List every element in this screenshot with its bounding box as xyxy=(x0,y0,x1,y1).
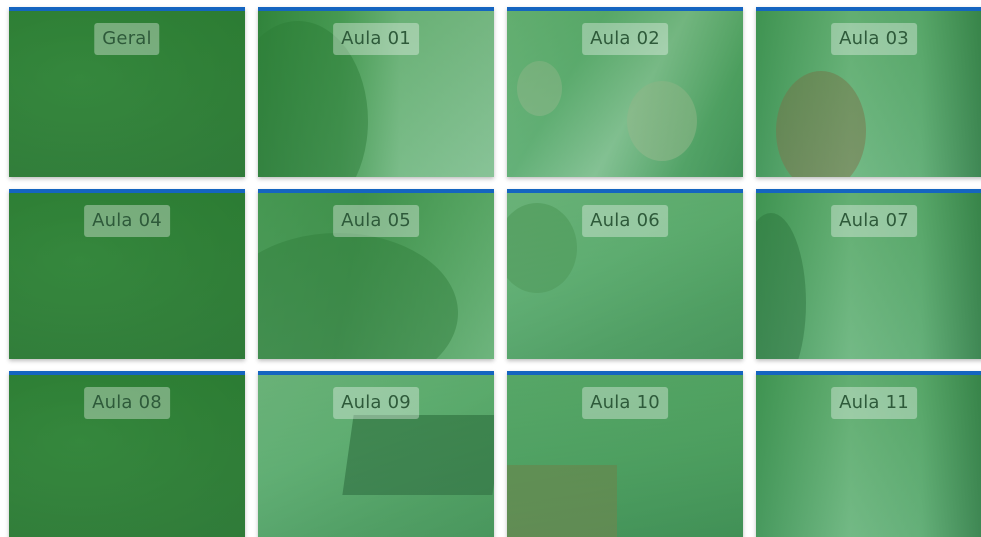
tile-aula-02[interactable]: Aula 02 xyxy=(507,7,743,177)
tile-label: Aula 11 xyxy=(831,387,917,419)
tile-label: Aula 04 xyxy=(84,205,170,237)
tile-aula-03[interactable]: Aula 03 xyxy=(756,7,981,177)
tile-label: Aula 02 xyxy=(582,23,668,55)
tile-aula-07[interactable]: Aula 07 xyxy=(756,189,981,359)
tile-label: Aula 07 xyxy=(831,205,917,237)
tile-geral[interactable]: Geral xyxy=(9,7,245,177)
tile-label: Aula 10 xyxy=(582,387,668,419)
tile-aula-11[interactable]: Aula 11 xyxy=(756,371,981,537)
tile-label: Geral xyxy=(94,23,160,55)
tile-label: Aula 09 xyxy=(333,387,419,419)
tile-label: Aula 08 xyxy=(84,387,170,419)
tile-aula-08[interactable]: Aula 08 xyxy=(9,371,245,537)
tile-label: Aula 03 xyxy=(831,23,917,55)
tile-label: Aula 05 xyxy=(333,205,419,237)
tile-aula-01[interactable]: Aula 01 xyxy=(258,7,494,177)
tile-aula-05[interactable]: Aula 05 xyxy=(258,189,494,359)
lesson-grid: Geral Aula 01 Aula 02 Aula 03 Aula 04 Au… xyxy=(0,0,981,537)
tile-aula-06[interactable]: Aula 06 xyxy=(507,189,743,359)
tile-aula-09[interactable]: Aula 09 xyxy=(258,371,494,537)
tile-aula-04[interactable]: Aula 04 xyxy=(9,189,245,359)
tile-label: Aula 01 xyxy=(333,23,419,55)
tile-aula-10[interactable]: Aula 10 xyxy=(507,371,743,537)
tile-label: Aula 06 xyxy=(582,205,668,237)
